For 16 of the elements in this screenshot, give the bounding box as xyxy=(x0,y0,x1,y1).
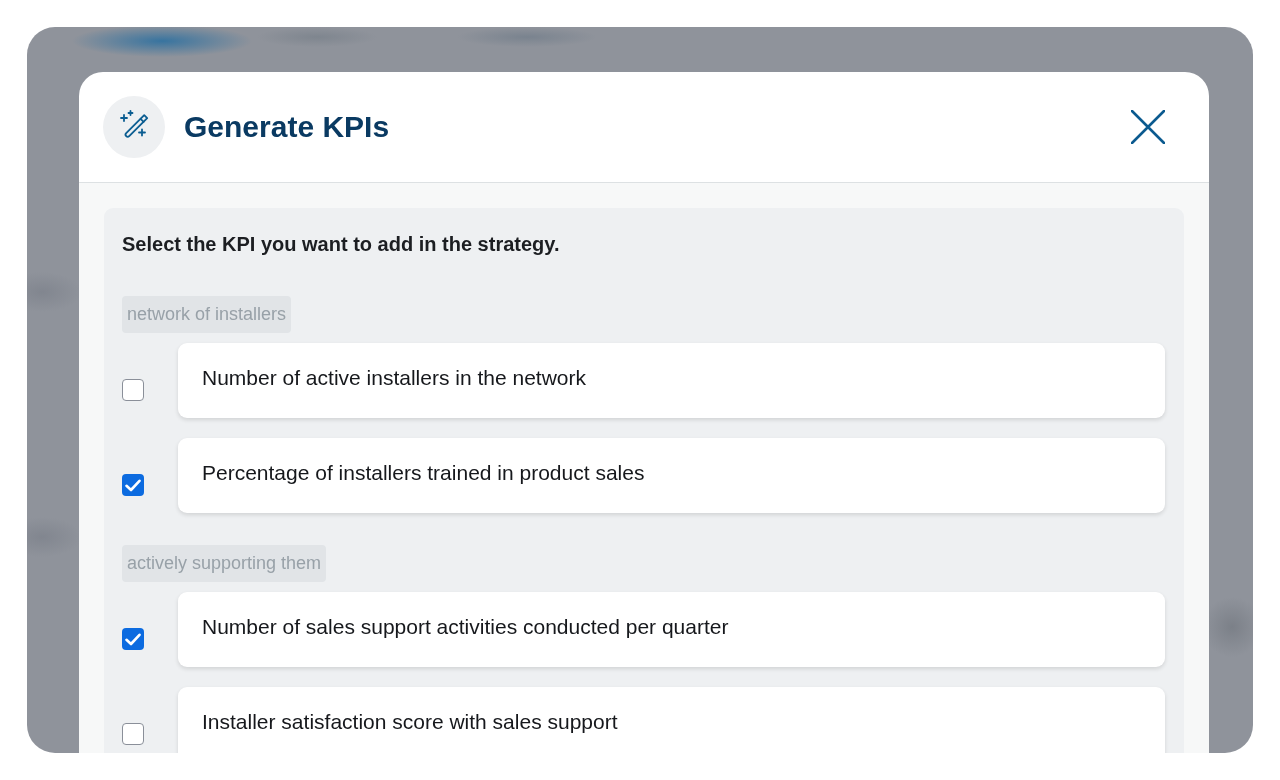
kpi-option-card[interactable]: Number of sales support activities conducted per quarter xyxy=(178,592,1165,667)
checkbox[interactable] xyxy=(122,474,144,496)
instruction-text: Select the KPI you want to add in the strategy. xyxy=(122,232,561,256)
kpi-option-card[interactable]: Installer satisfaction score with sales support xyxy=(178,687,1165,753)
checkbox[interactable] xyxy=(122,379,144,401)
checkmark-icon xyxy=(125,478,141,492)
checkmark-icon xyxy=(125,632,141,646)
close-icon xyxy=(1131,110,1165,144)
magic-wand-icon xyxy=(103,96,165,158)
kpi-option-card[interactable]: Percentage of installers trained in product sales xyxy=(178,438,1165,513)
dialog-title: Generate KPIs xyxy=(184,110,391,144)
group-label: network of installers xyxy=(122,296,292,333)
checkbox[interactable] xyxy=(122,723,144,745)
group-label: actively supporting them xyxy=(122,545,327,582)
kpi-option-card[interactable]: Number of active installers in the network xyxy=(178,343,1165,418)
checkbox[interactable] xyxy=(122,628,144,650)
